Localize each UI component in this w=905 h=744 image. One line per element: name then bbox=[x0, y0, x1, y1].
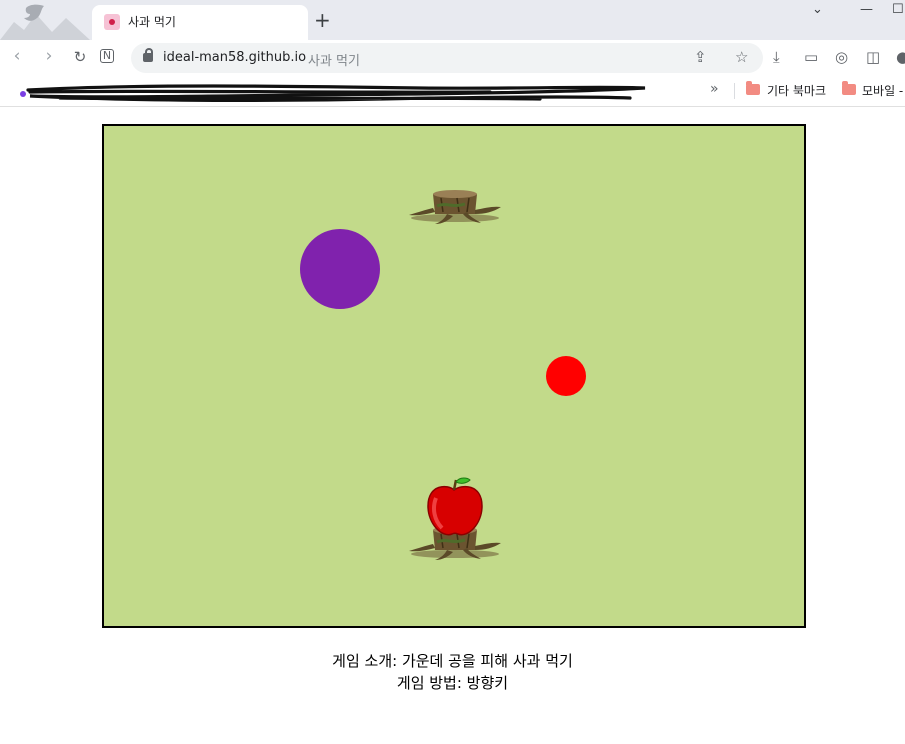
game-intro-text: 게임 소개: 가운데 공을 피해 사과 먹기 bbox=[332, 652, 573, 670]
minimize-icon[interactable]: — bbox=[860, 2, 873, 17]
small-bouncing-ball bbox=[546, 356, 586, 396]
url-host: ideal-man58.github.io bbox=[163, 50, 307, 65]
tab-search-icon[interactable]: ⌄ bbox=[812, 2, 823, 17]
url-page-title: 사과 먹기 bbox=[308, 54, 360, 69]
browser-toolbar: ‹ › ↻ N ideal-man58.github.io 사과 먹기 ⇪ ☆ … bbox=[0, 40, 905, 76]
folder-icon bbox=[746, 81, 760, 95]
game-howto-text: 게임 방법: 방향키 bbox=[396, 674, 509, 692]
lock-icon bbox=[143, 48, 153, 62]
cast-icon[interactable]: ▭ bbox=[804, 48, 818, 66]
profile-avatar-icon[interactable]: ● bbox=[896, 48, 905, 66]
address-bar[interactable]: ideal-man58.github.io 사과 먹기 ⇪ ☆ bbox=[131, 43, 763, 73]
reload-icon[interactable]: ↻ bbox=[69, 48, 91, 66]
back-icon[interactable]: ‹ bbox=[6, 46, 28, 66]
folder-icon bbox=[842, 81, 856, 95]
bookmark-star-icon[interactable]: ☆ bbox=[735, 48, 748, 66]
tab-title: 사과 먹기 bbox=[128, 15, 176, 29]
big-obstacle-ball bbox=[300, 229, 380, 309]
forward-icon[interactable]: › bbox=[38, 46, 60, 66]
redacted-bookmarks bbox=[20, 84, 646, 103]
notion-extension-icon[interactable]: N bbox=[100, 49, 114, 63]
twitter-bird-icon bbox=[0, 4, 90, 40]
share-icon[interactable]: ⇪ bbox=[694, 48, 707, 66]
download-icon[interactable]: ⤓ bbox=[773, 48, 780, 66]
bookmarks-bar: » 기타 북마크 모바일 - bbox=[0, 76, 905, 107]
apple-favicon-icon bbox=[104, 14, 120, 30]
maximize-icon[interactable]: ☐ bbox=[892, 2, 904, 17]
tab-strip: 사과 먹기 + ⌄ — ☐ bbox=[0, 0, 905, 40]
tab-apple[interactable]: 사과 먹기 bbox=[92, 5, 308, 40]
bookmark-other[interactable]: 기타 북마크 bbox=[767, 82, 826, 99]
tree-stump-top bbox=[409, 190, 501, 224]
game-canvas[interactable] bbox=[102, 124, 806, 628]
new-tab-button[interactable]: + bbox=[314, 9, 331, 31]
bookmarks-divider bbox=[734, 83, 735, 99]
bookmarks-overflow-button[interactable]: » bbox=[710, 81, 719, 97]
side-panel-icon[interactable]: ◫ bbox=[866, 48, 880, 66]
bookmark-mobile[interactable]: 모바일 - bbox=[862, 82, 903, 99]
apple-player[interactable] bbox=[422, 476, 486, 540]
screenshot-icon[interactable]: ◎ bbox=[835, 48, 848, 66]
